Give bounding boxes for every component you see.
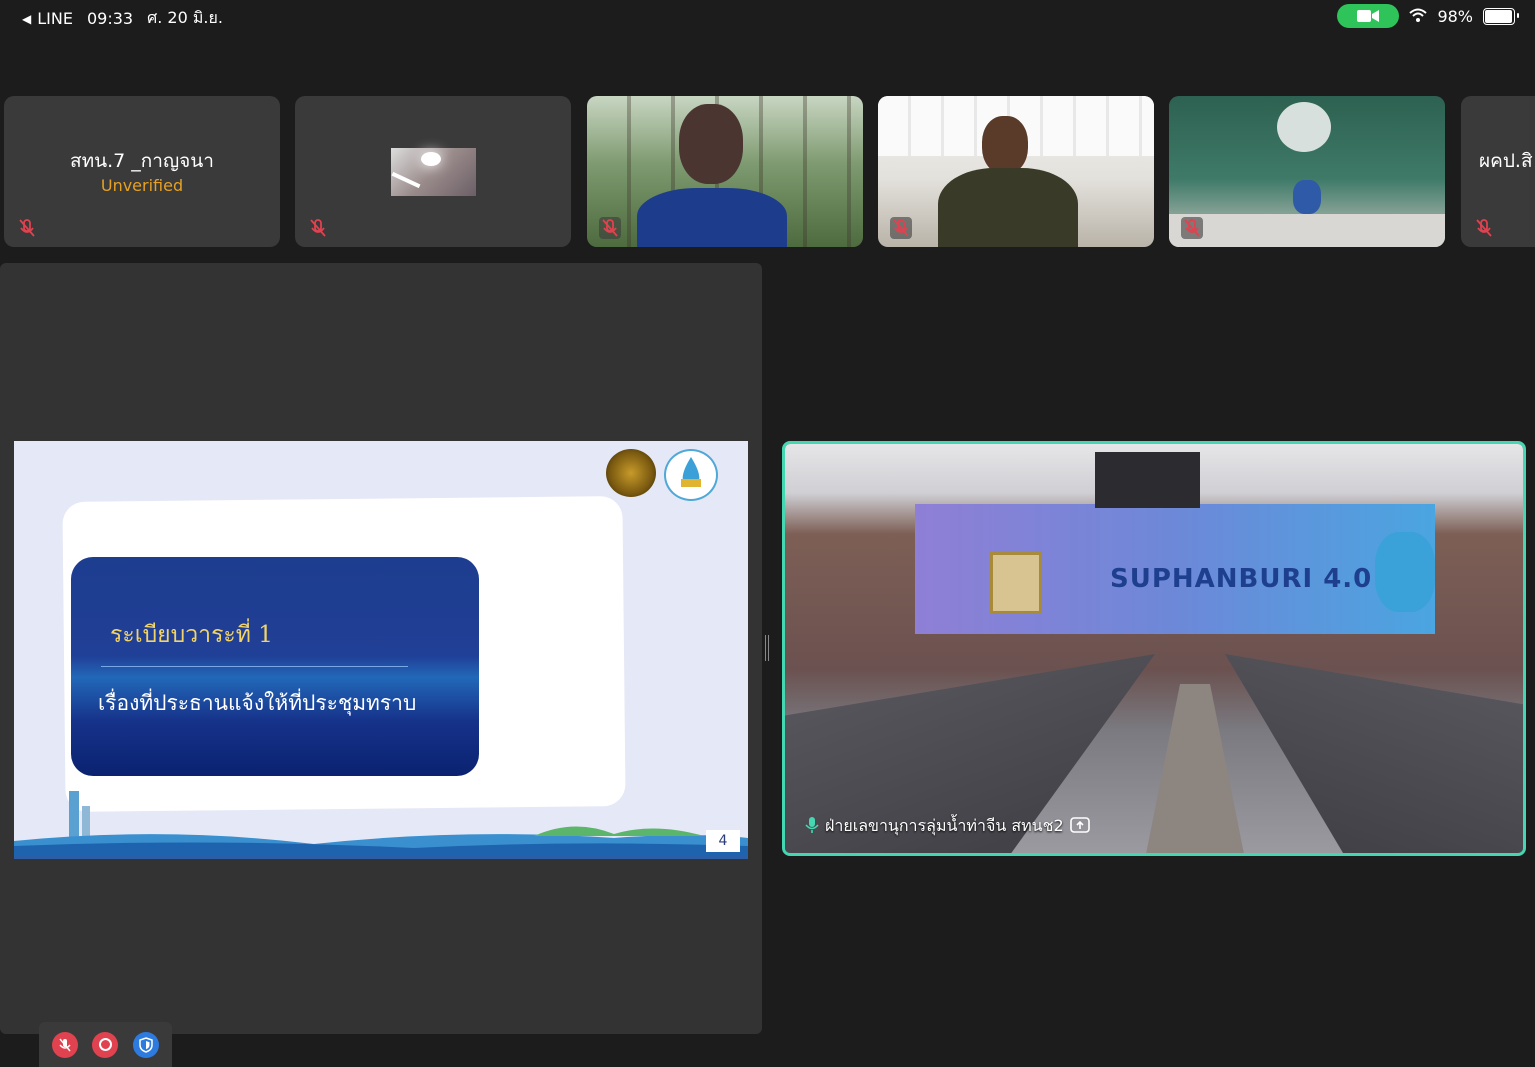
mic-muted-icon xyxy=(16,217,38,239)
meeting-controls xyxy=(39,1022,172,1067)
status-bar: ◀ LINE 09:33 ศ. 20 มิ.ย. 98% xyxy=(0,0,1535,32)
screen-share-icon xyxy=(1069,816,1090,837)
mic-toggle-icon[interactable] xyxy=(52,1031,79,1058)
participant-name: ผคป.สิ xyxy=(1479,150,1533,172)
banner-text: SUPHANBURI 4.0 xyxy=(1110,564,1373,594)
mic-muted-icon xyxy=(1181,217,1203,239)
active-speaker-name: ฝ่ายเลขานุการลุ่มน้ำท่าจีน สทนช2 xyxy=(825,816,1064,835)
mic-muted-icon xyxy=(307,217,329,239)
portrait-frame xyxy=(990,552,1042,614)
panel-resize-handle[interactable] xyxy=(765,635,769,661)
slide-title: ระเบียบวาระที่ 1 xyxy=(110,622,273,648)
slide-subtitle: เรื่องที่ประธานแจ้งให้ที่ประชุมทราบ xyxy=(98,691,417,715)
mic-muted-icon xyxy=(599,217,621,239)
participant-video xyxy=(587,96,863,247)
slide-page-number: 4 xyxy=(706,830,740,852)
participant-tile[interactable]: ผคป.สิ xyxy=(1461,96,1535,247)
standing-person xyxy=(1375,532,1435,612)
active-speaker-video[interactable]: SUPHANBURI 4.0 ฝ่ายเลขานุการลุ่มน้ำท่าจี… xyxy=(782,441,1526,856)
record-icon[interactable] xyxy=(92,1031,119,1058)
participant-tile[interactable]: สทน.7 _กาญจนา Unverified xyxy=(4,96,280,247)
mic-muted-icon xyxy=(890,217,912,239)
status-time: 09:33 xyxy=(86,9,134,28)
back-arrow-icon[interactable]: ◀ xyxy=(22,12,31,26)
camera-in-use-icon xyxy=(1337,4,1400,28)
participant-tile[interactable] xyxy=(878,96,1154,247)
mic-muted-icon xyxy=(1473,217,1495,239)
shared-slide: ระเบียบวาระที่ 1 เรื่องที่ประธานแจ้งให้ท… xyxy=(14,441,748,859)
participant-tile[interactable] xyxy=(1169,96,1445,247)
participant-name: สทน.7 _กาญจนา xyxy=(70,150,214,172)
slide-divider xyxy=(101,666,408,667)
status-date: ศ. 20 มิ.ย. xyxy=(147,8,223,27)
battery-percent: 98% xyxy=(1437,6,1473,26)
active-speaker-label: ฝ่ายเลขานุการลุ่มน้ำท่าจีน สทนช2 xyxy=(805,814,1090,839)
government-seal-icon xyxy=(606,449,656,497)
participant-video xyxy=(878,96,1154,247)
participant-status: Unverified xyxy=(100,176,184,195)
mic-active-icon xyxy=(805,816,819,838)
wifi-icon xyxy=(1409,7,1428,26)
participant-video xyxy=(1169,96,1445,247)
slide-landscape-footer xyxy=(14,791,748,856)
battery-icon xyxy=(1483,7,1519,25)
video-thumbnail xyxy=(391,148,476,196)
participant-tile[interactable] xyxy=(587,96,863,247)
ceiling-tv xyxy=(1095,452,1200,508)
participant-tile[interactable] xyxy=(295,96,571,247)
security-shield-icon[interactable] xyxy=(132,1031,159,1058)
water-agency-logo-icon xyxy=(664,449,718,501)
back-app-label[interactable]: LINE xyxy=(37,9,73,28)
